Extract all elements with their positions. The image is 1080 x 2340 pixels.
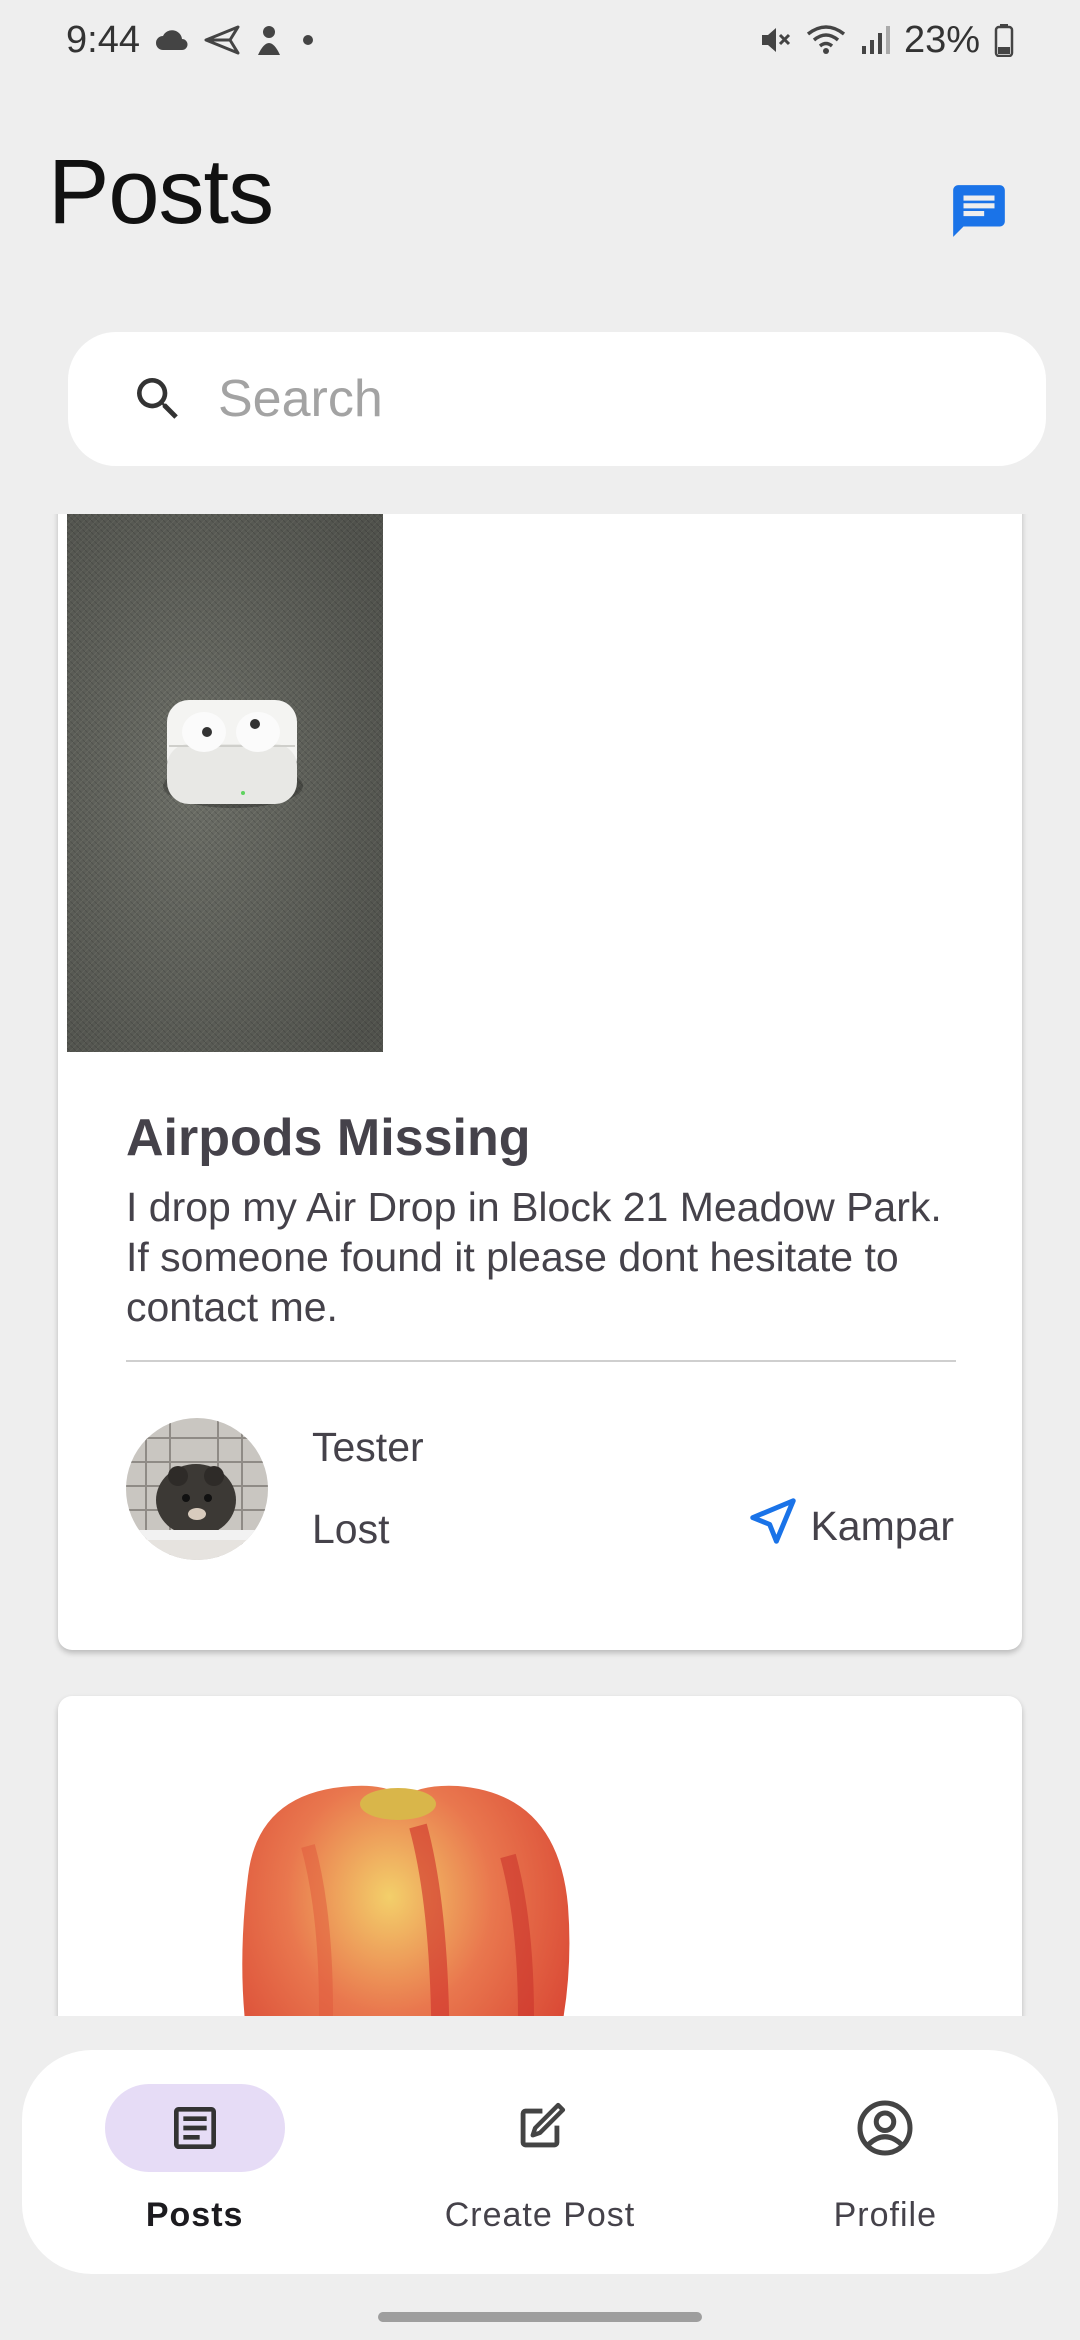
- mute-icon: [758, 23, 792, 57]
- search-input[interactable]: [218, 369, 998, 429]
- search-icon: [128, 369, 188, 429]
- nav-item-create-post[interactable]: Create Post: [390, 2050, 690, 2274]
- page-title: Posts: [48, 141, 274, 243]
- avatar[interactable]: [126, 1418, 268, 1560]
- post-card[interactable]: Airpods Missing I drop my Air Drop in Bl…: [58, 514, 1022, 1650]
- status-time: 9:44: [66, 18, 140, 61]
- battery-percent: 23%: [903, 18, 980, 61]
- send-icon: [204, 25, 240, 55]
- post-card[interactable]: [58, 1696, 1022, 2016]
- pet-icon: [254, 23, 284, 57]
- status-right: 23%: [758, 19, 1014, 62]
- author-name: Tester: [312, 1424, 424, 1470]
- chat-icon: [948, 180, 1010, 247]
- signal-icon: [860, 24, 890, 56]
- navigation-icon: [746, 1494, 800, 1558]
- status-left: 9:44: [66, 19, 318, 62]
- divider: [126, 1360, 956, 1362]
- chat-button[interactable]: [944, 178, 1014, 248]
- post-description: I drop my Air Drop in Block 21 Meadow Pa…: [126, 1184, 942, 1330]
- post-title: Airpods Missing: [126, 1109, 531, 1167]
- edit-icon: [510, 2098, 570, 2158]
- wifi-icon: [806, 24, 846, 56]
- search-bar[interactable]: [68, 332, 1046, 466]
- nav-item-posts[interactable]: Posts: [45, 2050, 345, 2274]
- posts-feed[interactable]: Airpods Missing I drop my Air Drop in Bl…: [0, 514, 1080, 2016]
- status-bar: 9:44 23%: [0, 0, 1080, 80]
- location-label: Kampar: [810, 1502, 954, 1549]
- home-indicator[interactable]: [378, 2312, 702, 2322]
- post-image: [67, 514, 383, 1052]
- bottom-nav: Posts Create Post Profile: [22, 2050, 1058, 2274]
- nav-label: Create Post: [444, 2196, 636, 2234]
- nav-label: Posts: [145, 2196, 244, 2234]
- article-icon: [165, 2098, 225, 2158]
- nav-item-profile[interactable]: Profile: [735, 2050, 1035, 2274]
- account-icon: [855, 2098, 915, 2158]
- location[interactable]: Kampar: [746, 1494, 954, 1558]
- post-image: [188, 1736, 608, 2016]
- cloud-icon: [154, 28, 190, 52]
- dot-icon: [298, 30, 318, 50]
- battery-icon: [994, 23, 1014, 57]
- nav-label: Profile: [833, 2196, 937, 2234]
- post-status: Lost: [312, 1506, 390, 1552]
